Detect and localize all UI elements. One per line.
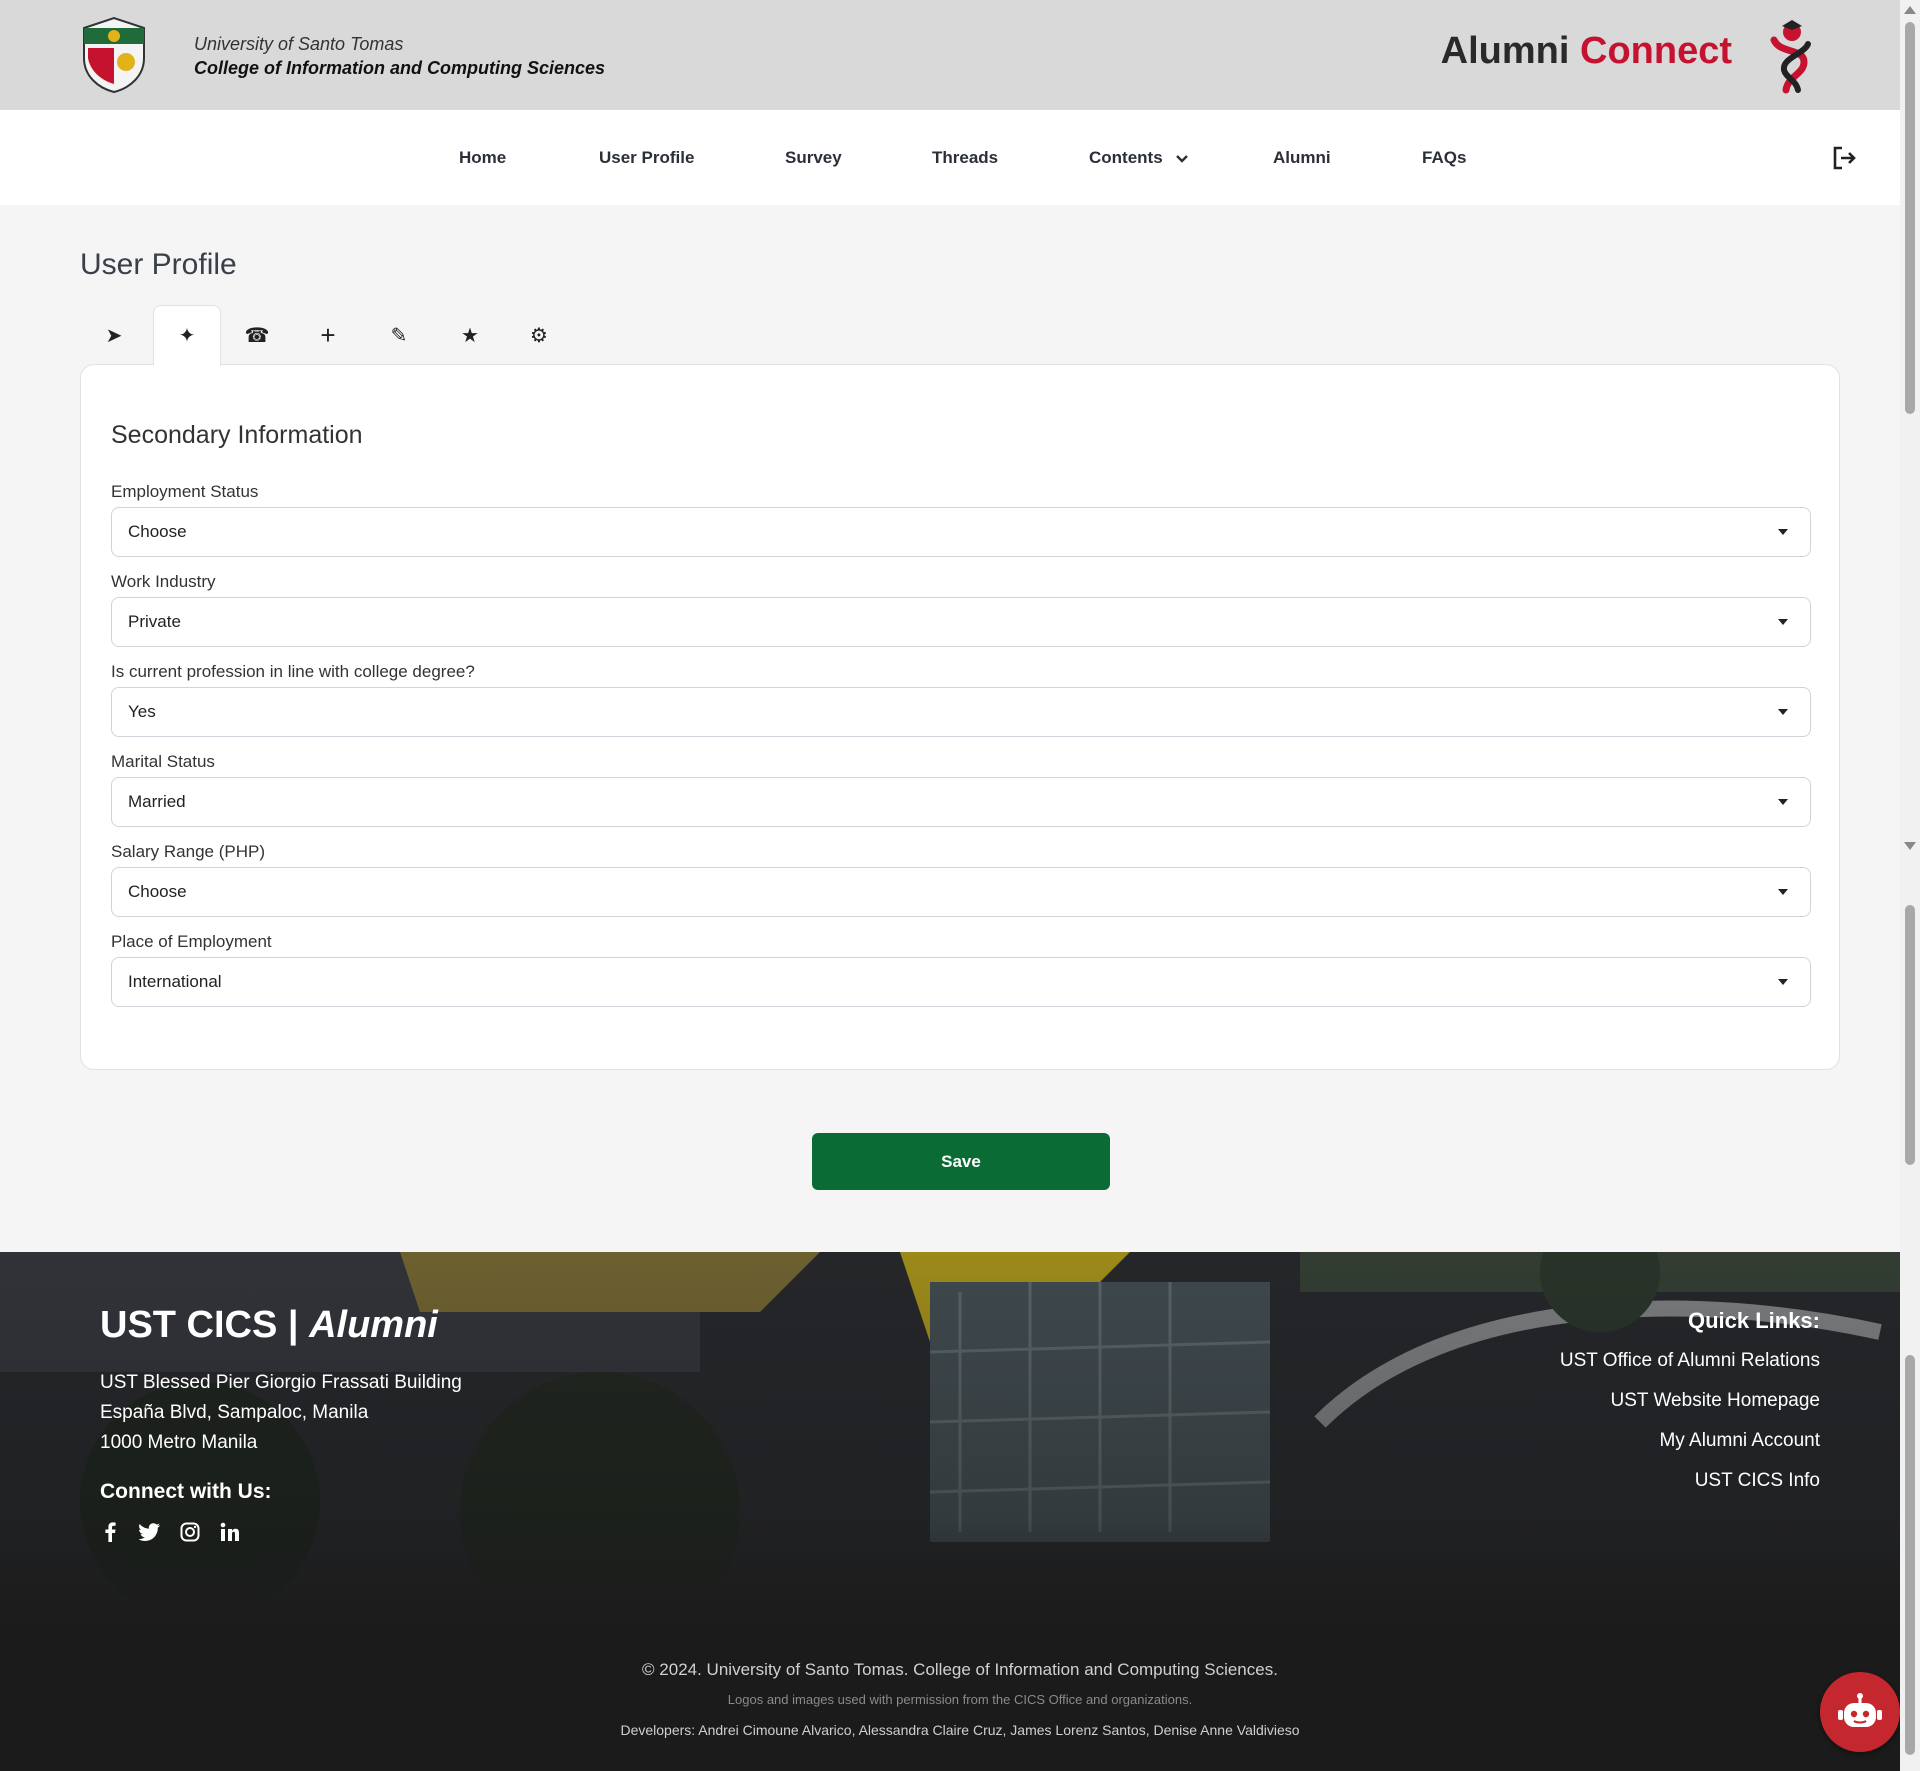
caret-down-icon (1778, 889, 1788, 895)
chevron-down-icon (1176, 154, 1189, 163)
twitter-icon[interactable] (138, 1520, 162, 1544)
employment-status-select[interactable]: Choose (111, 507, 1811, 557)
alumni-connect-logo-icon (1770, 20, 1811, 94)
employment-status-value: Choose (128, 522, 187, 541)
work-industry-select[interactable]: Private (111, 597, 1811, 647)
marital-status-value: Married (128, 792, 186, 811)
nav-contents-label: Contents (1089, 148, 1163, 167)
copyright-text: © 2024. University of Santo Tomas. Colle… (642, 1660, 1278, 1679)
chatbot-button[interactable] (1820, 1672, 1900, 1752)
footer-brand-alumni: Alumni (309, 1304, 438, 1346)
app-brand: Alumni Connect (1441, 30, 1732, 73)
nav-survey[interactable]: Survey (785, 148, 842, 168)
brand-alumni: Alumni (1440, 30, 1570, 72)
scroll-down-arrow-icon[interactable] (1904, 842, 1916, 850)
profession-degree-value: Yes (128, 702, 156, 721)
star-icon: ★ (461, 324, 479, 347)
tab-send[interactable]: ➤ (80, 305, 148, 365)
place-of-employment-select[interactable]: International (111, 957, 1811, 1007)
secondary-info-card: Secondary Information Employment Status … (80, 364, 1840, 1070)
robot-icon (1838, 1693, 1882, 1727)
quick-links-title: Quick Links: (1687, 1308, 1820, 1333)
salary-range-select[interactable]: Choose (111, 867, 1811, 917)
tab-settings[interactable]: ⚙ (505, 305, 573, 365)
tab-contact[interactable]: ☎ (223, 305, 291, 365)
phone-icon: ☎ (244, 324, 270, 347)
quick-link-my-alumni-account[interactable]: My Alumni Account (1659, 1430, 1820, 1452)
nav-user-profile[interactable]: User Profile (599, 148, 694, 168)
nav-alumni[interactable]: Alumni (1273, 148, 1331, 168)
gear-icon: ⚙ (530, 324, 548, 347)
quick-link-cics-info[interactable]: UST CICS Info (1695, 1470, 1820, 1492)
tab-secondary-info[interactable]: ✦ (153, 305, 221, 366)
place-of-employment-value: International (128, 972, 222, 991)
save-button[interactable]: Save (812, 1133, 1110, 1190)
marital-status-label: Marital Status (111, 752, 215, 771)
tab-edit[interactable]: ✎ (365, 305, 433, 365)
caret-down-icon (1778, 619, 1788, 625)
scrollbar-thumb-tertiary[interactable] (1905, 1355, 1915, 1755)
work-industry-label: Work Industry (111, 572, 216, 591)
address-line-2: España Blvd, Sampaloc, Manila (100, 1402, 369, 1423)
plus-icon: + (320, 319, 336, 350)
address-line-1: UST Blessed Pier Giorgio Frassati Buildi… (100, 1372, 462, 1393)
ust-crest-logo (83, 16, 145, 94)
profession-degree-select[interactable]: Yes (111, 687, 1811, 737)
footer-brand-cics: UST CICS | (100, 1304, 310, 1346)
nav-faqs[interactable]: FAQs (1422, 148, 1466, 168)
scrollbar-thumb-secondary[interactable] (1905, 905, 1915, 1165)
main-nav: Home User Profile Survey Threads Content… (0, 110, 1900, 205)
salary-range-label: Salary Range (PHP) (111, 842, 266, 861)
sparkle-icon: ✦ (178, 325, 196, 347)
work-industry-value: Private (128, 612, 181, 631)
linkedin-icon[interactable] (218, 1520, 242, 1544)
quick-link-alumni-relations[interactable]: UST Office of Alumni Relations (1560, 1350, 1820, 1372)
caret-down-icon (1778, 799, 1788, 805)
pencil-icon: ✎ (390, 324, 408, 347)
employment-status-label: Employment Status (111, 482, 259, 501)
instagram-icon[interactable] (178, 1520, 202, 1544)
marital-status-select[interactable]: Married (111, 777, 1811, 827)
developers-credit: Developers: Andrei Cimoune Alvarico, Ale… (620, 1722, 1300, 1738)
place-of-employment-label: Place of Employment (111, 932, 272, 951)
logout-icon[interactable] (1830, 144, 1858, 172)
scroll-up-arrow-icon[interactable] (1904, 6, 1916, 14)
caret-down-icon (1778, 979, 1788, 985)
tab-favorites[interactable]: ★ (436, 305, 504, 365)
quick-link-ust-homepage[interactable]: UST Website Homepage (1611, 1390, 1820, 1412)
footer-brand: UST CICS | Alumni (100, 1304, 438, 1347)
facebook-icon[interactable] (98, 1520, 122, 1544)
nav-home[interactable]: Home (459, 148, 506, 168)
scrollbar-thumb[interactable] (1905, 22, 1915, 414)
top-header: University of Santo Tomas College of Inf… (0, 0, 1900, 110)
address-line-3: 1000 Metro Manila (100, 1432, 258, 1453)
caret-down-icon (1778, 709, 1788, 715)
logos-permission-note: Logos and images used with permission fr… (727, 1692, 1193, 1707)
profession-degree-label: Is current profession in line with colle… (111, 662, 475, 681)
page-title: User Profile (80, 248, 237, 281)
caret-down-icon (1778, 529, 1788, 535)
tab-add[interactable]: + (294, 305, 362, 365)
footer: UST CICS | Alumni UST Blessed Pier Giorg… (0, 1252, 1900, 1771)
section-title: Secondary Information (111, 421, 363, 449)
salary-range-value: Choose (128, 882, 187, 901)
nav-threads[interactable]: Threads (932, 148, 998, 168)
university-name: University of Santo Tomas College of Inf… (194, 34, 605, 79)
send-icon: ➤ (105, 324, 123, 347)
university-label: University of Santo Tomas (194, 34, 404, 54)
connect-title: Connect with Us: (100, 1480, 272, 1503)
nav-contents[interactable]: Contents (1089, 148, 1189, 168)
college-label: College of Information and Computing Sci… (194, 58, 606, 78)
footer-address: UST Blessed Pier Giorgio Frassati Buildi… (100, 1368, 462, 1458)
brand-connect: Connect (1580, 30, 1732, 72)
